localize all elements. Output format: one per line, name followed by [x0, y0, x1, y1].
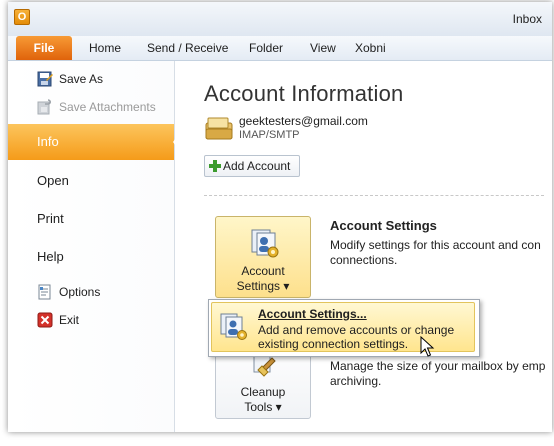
button-label-line1: Cleanup	[240, 385, 286, 399]
title-bar: O Inbox	[8, 2, 552, 36]
tab-file[interactable]: File	[16, 36, 72, 60]
nav-print[interactable]: Print	[8, 201, 174, 237]
info-pane: Account Information geektesters@gmail.co…	[175, 61, 552, 432]
nav-save-as[interactable]: Save As	[8, 66, 174, 92]
nav-item-label: Info	[37, 134, 59, 149]
nav-options[interactable]: Options	[8, 279, 174, 305]
tab-view[interactable]: View	[310, 36, 336, 60]
account-settings-description: Modify settings for this account and con…	[330, 238, 541, 267]
account-settings-button[interactable]: Account Settings ▾	[215, 216, 311, 298]
account-type: IMAP/SMTP	[239, 129, 300, 141]
plus-icon	[209, 160, 221, 172]
nav-item-label: Options	[59, 285, 101, 299]
nav-item-label: Save Attachments	[59, 100, 156, 114]
nav-item-label: Exit	[59, 313, 80, 327]
account-selector[interactable]: geektesters@gmail.com IMAP/SMTP	[204, 113, 544, 143]
account-settings-button-label: Account Settings ▾	[216, 264, 310, 294]
nav-exit[interactable]: Exit	[8, 307, 174, 333]
page-title: Account Information	[204, 81, 404, 106]
button-label-line1: Account	[241, 264, 285, 278]
exit-icon	[37, 312, 53, 328]
nav-save-attachments[interactable]: Save Attachments	[8, 94, 174, 120]
account-email: geektesters@gmail.com	[239, 114, 368, 128]
nav-open[interactable]: Open	[8, 163, 174, 199]
tab-xobni[interactable]: Xobni	[355, 36, 386, 60]
cleanup-description-line1: Manage the size of your mailbox by emp	[330, 359, 546, 373]
ribbon-tab-bar: File Home Send / Receive Folder View Xob…	[8, 36, 552, 61]
add-account-button[interactable]: Add Account	[204, 155, 300, 177]
cleanup-tools-button-label: Cleanup Tools ▾	[216, 385, 310, 415]
mouse-pointer-icon	[420, 336, 435, 357]
nav-item-label: Save As	[59, 72, 104, 86]
tab-folder[interactable]: Folder	[249, 36, 283, 60]
account-settings-icon	[220, 313, 247, 340]
button-label-line2: Tools ▾	[244, 400, 282, 414]
section-divider	[204, 195, 544, 196]
nav-item-label: Print	[37, 211, 64, 226]
tab-home[interactable]: Home	[89, 36, 121, 60]
mailbox-icon	[205, 117, 233, 140]
nav-item-label: Open	[37, 173, 69, 188]
add-account-label: Add Account	[223, 159, 291, 173]
cleanup-description-line2: archiving.	[330, 374, 382, 388]
tab-send-receive[interactable]: Send / Receive	[147, 36, 228, 60]
window-title: Inbox	[512, 12, 542, 26]
menu-item-description: Add and remove accounts or change existi…	[258, 323, 455, 351]
save-attachments-icon	[37, 99, 51, 115]
backstage-nav: Save As Save Attachments Info Open Print…	[8, 61, 182, 432]
nav-item-label: Help	[37, 249, 64, 264]
outlook-window: O Inbox File Home Send / Receive Folder …	[8, 2, 552, 432]
account-settings-heading: Account Settings	[330, 218, 437, 233]
account-settings-dropdown: Account Settings... Add and remove accou…	[208, 299, 480, 357]
button-label-line2: Settings ▾	[236, 279, 290, 293]
nav-help[interactable]: Help	[8, 239, 174, 275]
outlook-app-icon[interactable]: O	[14, 9, 30, 25]
options-icon	[38, 284, 51, 300]
save-as-icon	[37, 71, 53, 87]
menu-item-title: Account Settings...	[258, 307, 367, 321]
nav-info[interactable]: Info	[8, 124, 182, 160]
account-settings-icon	[251, 229, 279, 258]
cleanup-description: Manage the size of your mailbox by emp a…	[330, 359, 552, 389]
